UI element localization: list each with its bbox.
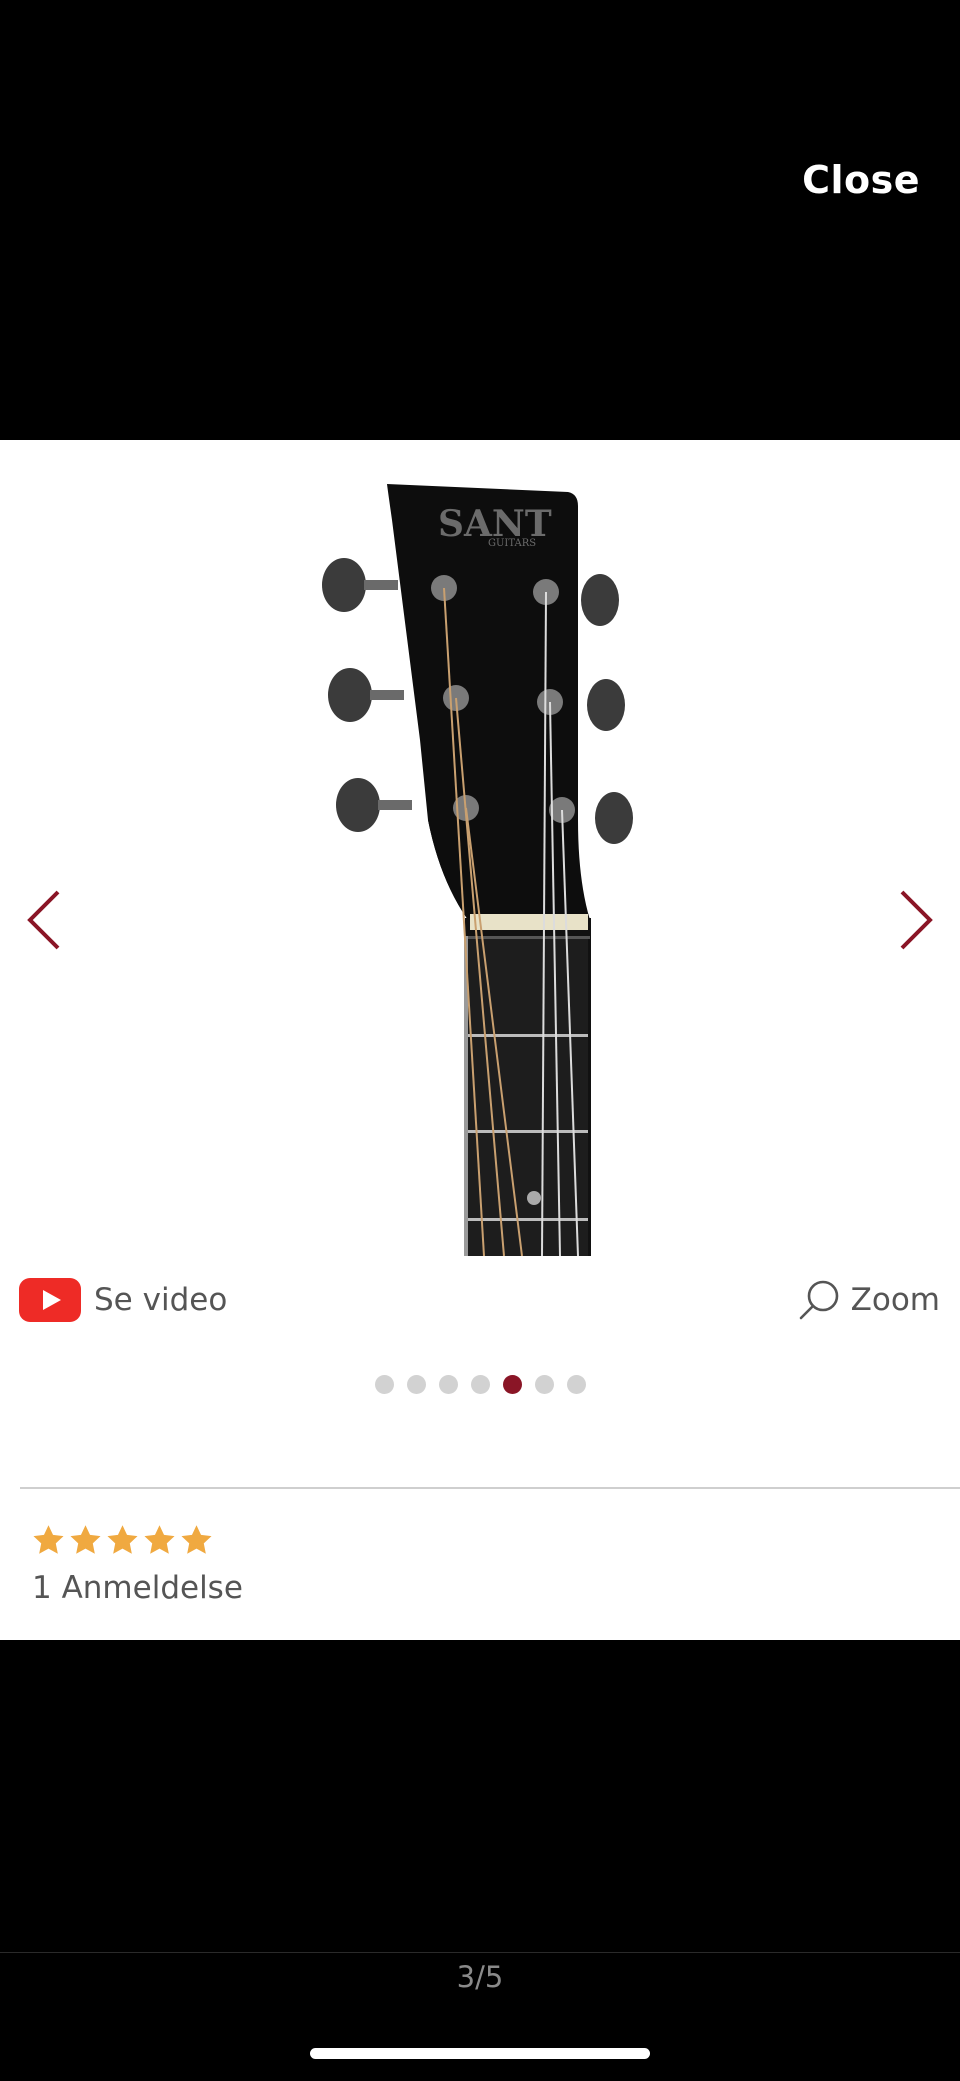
close-button[interactable]: Close bbox=[802, 158, 920, 202]
star-icon bbox=[181, 1525, 212, 1554]
viewer-top-bar: Close bbox=[0, 0, 960, 440]
zoom-button[interactable]: Zoom bbox=[797, 1275, 940, 1325]
review-count-link[interactable]: 1 Anmeldelse bbox=[32, 1570, 243, 1606]
pagination-dot[interactable] bbox=[502, 1375, 522, 1394]
star-icon bbox=[70, 1525, 101, 1554]
rating-stars bbox=[31, 1523, 214, 1558]
pagination-dot[interactable] bbox=[470, 1375, 490, 1394]
star-icon bbox=[107, 1525, 138, 1554]
home-indicator[interactable] bbox=[310, 2048, 650, 2059]
divider bbox=[20, 1487, 960, 1489]
youtube-icon bbox=[19, 1278, 81, 1322]
watch-video-button[interactable]: Se video bbox=[19, 1275, 227, 1325]
footer-divider bbox=[0, 1952, 960, 1953]
video-label: Se video bbox=[94, 1282, 228, 1318]
star-icon bbox=[33, 1525, 64, 1554]
previous-image-button[interactable] bbox=[14, 878, 74, 962]
search-icon bbox=[799, 1280, 838, 1320]
product-image-guitar-headstock: SANT GUITARS bbox=[322, 484, 633, 1256]
gallery-pagination-dots bbox=[0, 1375, 960, 1394]
image-gallery[interactable]: SANT GUITARS bbox=[0, 440, 960, 1256]
chevron-left-icon bbox=[27, 890, 60, 950]
pagination-dot[interactable] bbox=[406, 1375, 426, 1394]
star-icon bbox=[144, 1525, 175, 1554]
chevron-right-icon bbox=[900, 890, 933, 950]
image-counter: 3/5 bbox=[456, 1960, 504, 1994]
pagination-dot[interactable] bbox=[438, 1375, 458, 1394]
brand-logo-subtext: GUITARS bbox=[488, 538, 536, 549]
pagination-dot[interactable] bbox=[534, 1375, 554, 1394]
product-gallery-sheet: SANT GUITARS Se video Zoom 1 Anmeldelse bbox=[0, 440, 960, 1640]
zoom-label: Zoom bbox=[850, 1282, 940, 1318]
next-image-button[interactable] bbox=[886, 878, 946, 962]
pagination-dot[interactable] bbox=[566, 1375, 586, 1394]
pagination-dot[interactable] bbox=[374, 1375, 394, 1394]
